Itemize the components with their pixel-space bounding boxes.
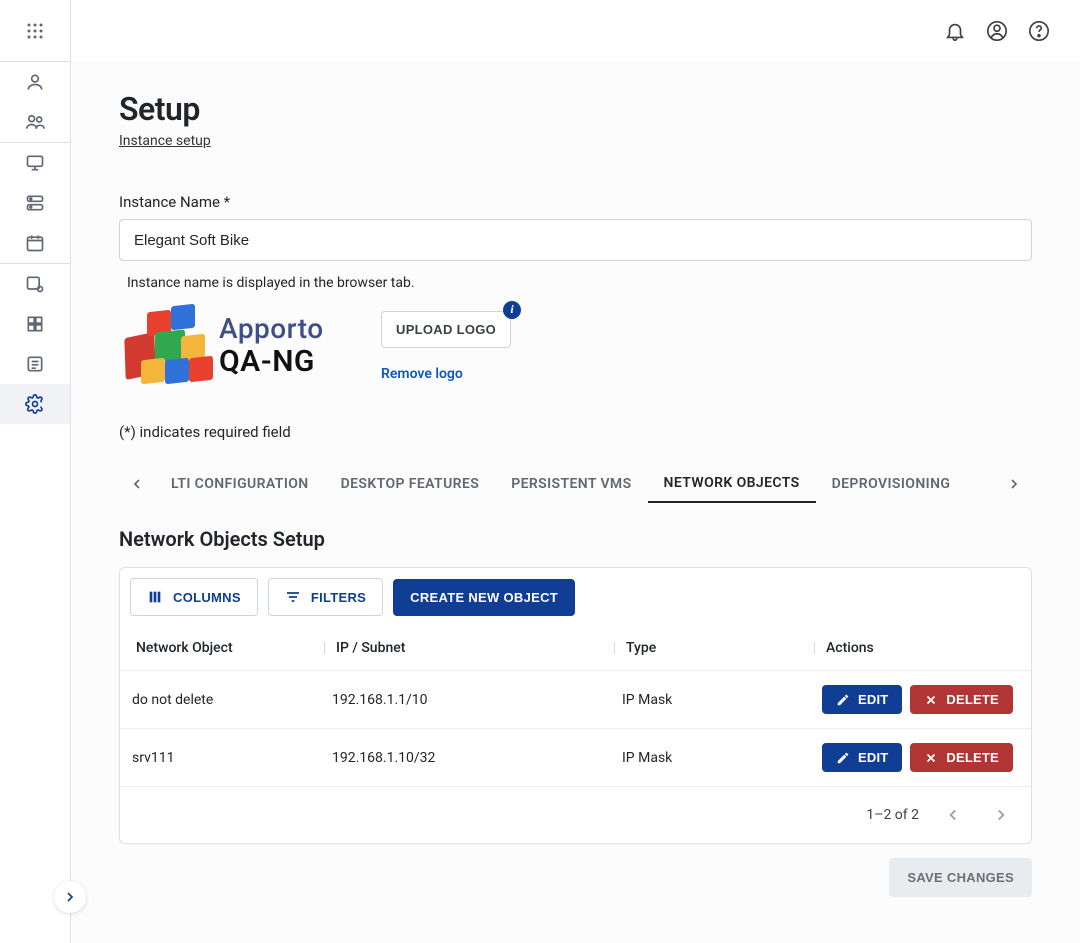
table-row: do not delete 192.168.1.1/10 IP Mask EDI…: [120, 670, 1031, 728]
col-network-object[interactable]: Network Object: [132, 640, 332, 656]
delete-button[interactable]: DELETE: [910, 743, 1012, 772]
sidebar-item-settings[interactable]: [0, 384, 70, 424]
users-icon: [25, 112, 45, 132]
required-note: (*) indicates required field: [119, 423, 1032, 441]
page-title: Setup: [119, 90, 1032, 128]
tabs-scroll-left[interactable]: [119, 466, 155, 502]
topbar: [71, 0, 1080, 62]
sidebar: [0, 0, 71, 943]
col-actions: Actions: [822, 640, 1019, 656]
network-objects-table: Network Object IP / Subnet Type Actions …: [120, 626, 1031, 843]
delete-label: DELETE: [946, 750, 998, 765]
gear-icon: [25, 394, 45, 414]
account-icon: [986, 20, 1008, 42]
col-type[interactable]: Type: [622, 640, 822, 656]
sidebar-item-schedule[interactable]: [0, 223, 70, 263]
user-icon: [25, 72, 45, 92]
tab-lti-configuration[interactable]: LTI CONFIGURATION: [155, 466, 325, 502]
pager-next[interactable]: [987, 801, 1015, 829]
pager-text: 1–2 of 2: [866, 807, 919, 823]
upload-logo-button[interactable]: UPLOAD LOGO: [381, 311, 511, 348]
instance-name-help: Instance name is displayed in the browse…: [127, 275, 1032, 291]
sidebar-item-apps[interactable]: [0, 304, 70, 344]
logo-preview: Apporto QA-NG: [119, 299, 367, 393]
chevron-right-icon: [1006, 476, 1022, 492]
cell-ip: 192.168.1.1/10: [332, 692, 622, 708]
filter-icon: [285, 589, 301, 605]
logo-row: Apporto QA-NG UPLOAD LOGO i Remove logo: [119, 299, 1032, 393]
edit-label: EDIT: [858, 750, 888, 765]
cell-type: IP Mask: [622, 750, 822, 766]
calendar-icon: [25, 233, 45, 253]
sidebar-item-reports[interactable]: [0, 344, 70, 384]
cell-name: srv111: [132, 750, 332, 766]
sidebar-item-desktops[interactable]: [0, 143, 70, 183]
edit-label: EDIT: [858, 692, 888, 707]
col-ip-subnet[interactable]: IP / Subnet: [332, 640, 622, 656]
logo-image: [119, 301, 209, 391]
tab-desktop-features[interactable]: DESKTOP FEATURES: [325, 466, 496, 502]
logo-text-1: Apporto: [219, 315, 324, 343]
table-row: srv111 192.168.1.10/32 IP Mask EDIT DELE…: [120, 728, 1031, 786]
tab-deprovisioning[interactable]: DEPROVISIONING: [816, 466, 967, 502]
table-footer: 1–2 of 2: [120, 786, 1031, 843]
remove-logo-link[interactable]: Remove logo: [381, 366, 511, 382]
sidebar-item-servers[interactable]: [0, 183, 70, 223]
table-toolbar: COLUMNS FILTERS CREATE NEW OBJECT: [120, 568, 1031, 626]
main: Setup Instance setup Instance Name * Ins…: [71, 0, 1080, 943]
sidebar-item-storage[interactable]: [0, 264, 70, 304]
pencil-icon: [836, 751, 850, 765]
tab-network-objects[interactable]: NETWORK OBJECTS: [648, 465, 816, 503]
server-icon: [25, 193, 45, 213]
storage-icon: [25, 274, 45, 294]
logo-text-2: QA-NG: [219, 347, 324, 377]
account-button[interactable]: [980, 14, 1014, 48]
tabs-scroll-right[interactable]: [996, 466, 1032, 502]
notifications-button[interactable]: [938, 14, 972, 48]
network-objects-card: COLUMNS FILTERS CREATE NEW OBJECT Networ…: [119, 567, 1032, 844]
columns-button[interactable]: COLUMNS: [130, 578, 258, 616]
delete-label: DELETE: [946, 692, 998, 707]
columns-label: COLUMNS: [173, 590, 241, 605]
sidebar-item-users[interactable]: [0, 102, 70, 142]
instance-name-label: Instance Name *: [119, 193, 1032, 211]
cell-type: IP Mask: [622, 692, 822, 708]
bell-icon: [944, 20, 966, 42]
columns-icon: [147, 589, 163, 605]
section-title: Network Objects Setup: [119, 527, 1032, 551]
sidebar-item-user[interactable]: [0, 62, 70, 102]
filters-label: FILTERS: [311, 590, 366, 605]
list-icon: [25, 354, 45, 374]
cell-name: do not delete: [132, 692, 332, 708]
help-icon: [1028, 20, 1050, 42]
content: Setup Instance setup Instance Name * Ins…: [71, 62, 1080, 943]
grid-dots-icon: [26, 22, 44, 40]
cell-ip: 192.168.1.10/32: [332, 750, 622, 766]
tabs: LTI CONFIGURATION DESKTOP FEATURES PERSI…: [119, 465, 1032, 503]
chevron-left-icon: [129, 476, 145, 492]
tab-persistent-vms[interactable]: PERSISTENT VMS: [495, 466, 647, 502]
sidebar-expand-button[interactable]: [54, 881, 86, 913]
apps-icon: [25, 314, 45, 334]
chevron-right-icon: [62, 889, 78, 905]
app-switcher-button[interactable]: [0, 0, 70, 62]
edit-button[interactable]: EDIT: [822, 743, 902, 772]
table-header: Network Object IP / Subnet Type Actions: [120, 626, 1031, 670]
close-icon: [924, 693, 938, 707]
close-icon: [924, 751, 938, 765]
edit-button[interactable]: EDIT: [822, 685, 902, 714]
pencil-icon: [836, 693, 850, 707]
save-changes-button[interactable]: SAVE CHANGES: [889, 858, 1032, 897]
monitor-icon: [25, 153, 45, 173]
info-icon[interactable]: i: [503, 301, 521, 319]
filters-button[interactable]: FILTERS: [268, 578, 383, 616]
breadcrumb[interactable]: Instance setup: [119, 133, 211, 149]
instance-name-input[interactable]: [119, 219, 1032, 261]
delete-button[interactable]: DELETE: [910, 685, 1012, 714]
create-object-button[interactable]: CREATE NEW OBJECT: [393, 579, 575, 616]
help-button[interactable]: [1022, 14, 1056, 48]
pager-prev[interactable]: [939, 801, 967, 829]
